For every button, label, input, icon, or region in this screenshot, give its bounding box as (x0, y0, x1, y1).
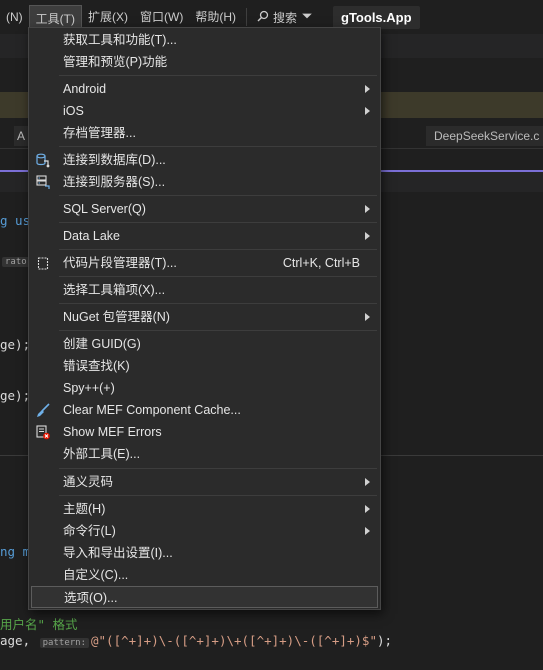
menu-item-customize[interactable]: 自定义(C)... (31, 564, 378, 586)
menu-item-choose-toolbox[interactable]: 选择工具箱项(X)... (31, 279, 378, 301)
menu-item-ios[interactable]: iOS (31, 100, 378, 122)
menubar-item-project[interactable]: (N) (0, 5, 29, 29)
menu-item-connect-server[interactable]: 连接到服务器(S)... (31, 171, 378, 193)
server-connect-icon (35, 174, 51, 190)
menu-item-show-mef-errors[interactable]: Show MEF Errors (31, 421, 378, 443)
menubar-divider (246, 8, 247, 26)
menu-shortcut: Ctrl+K, Ctrl+B (282, 256, 360, 270)
code-line-regex: age, pattern: @"([^+]+)\-([^+]+)\+([^+]+)… (0, 633, 393, 648)
broom-icon (35, 402, 51, 418)
menu-separator (59, 195, 377, 196)
submenu-arrow-icon (365, 505, 370, 513)
menu-item-import-export-settings[interactable]: 导入和导出设置(I)... (31, 542, 378, 564)
menubar-item-extensions[interactable]: 扩展(X) (82, 5, 134, 29)
snippet-icon (35, 255, 51, 271)
search-label: 搜索 (273, 10, 298, 25)
menu-item-connect-database[interactable]: 连接到数据库(D)... (31, 149, 378, 171)
menu-item-snippet-manager[interactable]: 代码片段管理器(T)... Ctrl+K, Ctrl+B (31, 252, 378, 274)
menu-separator (59, 495, 377, 496)
menu-item-options[interactable]: 选项(O)... (31, 586, 378, 608)
submenu-arrow-icon (365, 232, 370, 240)
submenu-arrow-icon (365, 478, 370, 486)
app-title: gTools.App (333, 5, 420, 29)
submenu-arrow-icon (365, 85, 370, 93)
parameter-hint: pattern: (39, 638, 89, 648)
menu-item-data-lake[interactable]: Data Lake (31, 225, 378, 247)
menu-item-clear-mef-cache[interactable]: Clear MEF Component Cache... (31, 399, 378, 421)
menu-item-manage-preview[interactable]: 管理和预览(P)功能 (31, 51, 378, 73)
menu-separator (59, 75, 377, 76)
menu-item-spy[interactable]: Spy++(+) (31, 377, 378, 399)
menubar-item-help[interactable]: 帮助(H) (189, 5, 242, 29)
submenu-arrow-icon (365, 107, 370, 115)
menu-separator (59, 222, 377, 223)
menu-item-command-line[interactable]: 命令行(L) (31, 520, 378, 542)
menu-item-get-tools[interactable]: 获取工具和功能(T)... (31, 29, 378, 51)
chevron-down-icon (301, 10, 313, 25)
error-list-icon (35, 424, 51, 440)
menu-separator (59, 330, 377, 331)
submenu-arrow-icon (365, 527, 370, 535)
search-icon (257, 10, 269, 25)
menu-separator (59, 276, 377, 277)
menu-item-nuget[interactable]: NuGet 包管理器(N) (31, 306, 378, 328)
document-tab-deepseek[interactable]: DeepSeekService.c (426, 126, 543, 146)
menu-item-external-tools[interactable]: 外部工具(E)... (31, 443, 378, 465)
tools-menu: 获取工具和功能(T)... 管理和预览(P)功能 Android iOS 存档管… (28, 27, 381, 610)
menubar-item-window[interactable]: 窗口(W) (134, 5, 189, 29)
code-line: ng m (0, 544, 31, 559)
menu-separator (59, 468, 377, 469)
submenu-arrow-icon (365, 313, 370, 321)
menu-item-archive-manager[interactable]: 存档管理器... (31, 122, 378, 144)
menu-item-sql-server[interactable]: SQL Server(Q) (31, 198, 378, 220)
menu-item-error-lookup[interactable]: 错误查找(K) (31, 355, 378, 377)
database-connect-icon (35, 152, 51, 168)
code-line: ge); (0, 388, 31, 403)
menu-item-android[interactable]: Android (31, 78, 378, 100)
code-comment: 用户名" 格式 (0, 617, 78, 632)
search-button[interactable]: 搜索 (251, 9, 319, 26)
menu-separator (59, 249, 377, 250)
menu-item-theme[interactable]: 主题(H) (31, 498, 378, 520)
menu-separator (59, 146, 377, 147)
menu-item-tongyi-lingma[interactable]: 通义灵码 (31, 471, 378, 493)
submenu-arrow-icon (365, 205, 370, 213)
menu-separator (59, 303, 377, 304)
menu-item-create-guid[interactable]: 创建 GUID(G) (31, 333, 378, 355)
code-line: g us (0, 213, 31, 228)
code-line: ge); (0, 337, 31, 352)
